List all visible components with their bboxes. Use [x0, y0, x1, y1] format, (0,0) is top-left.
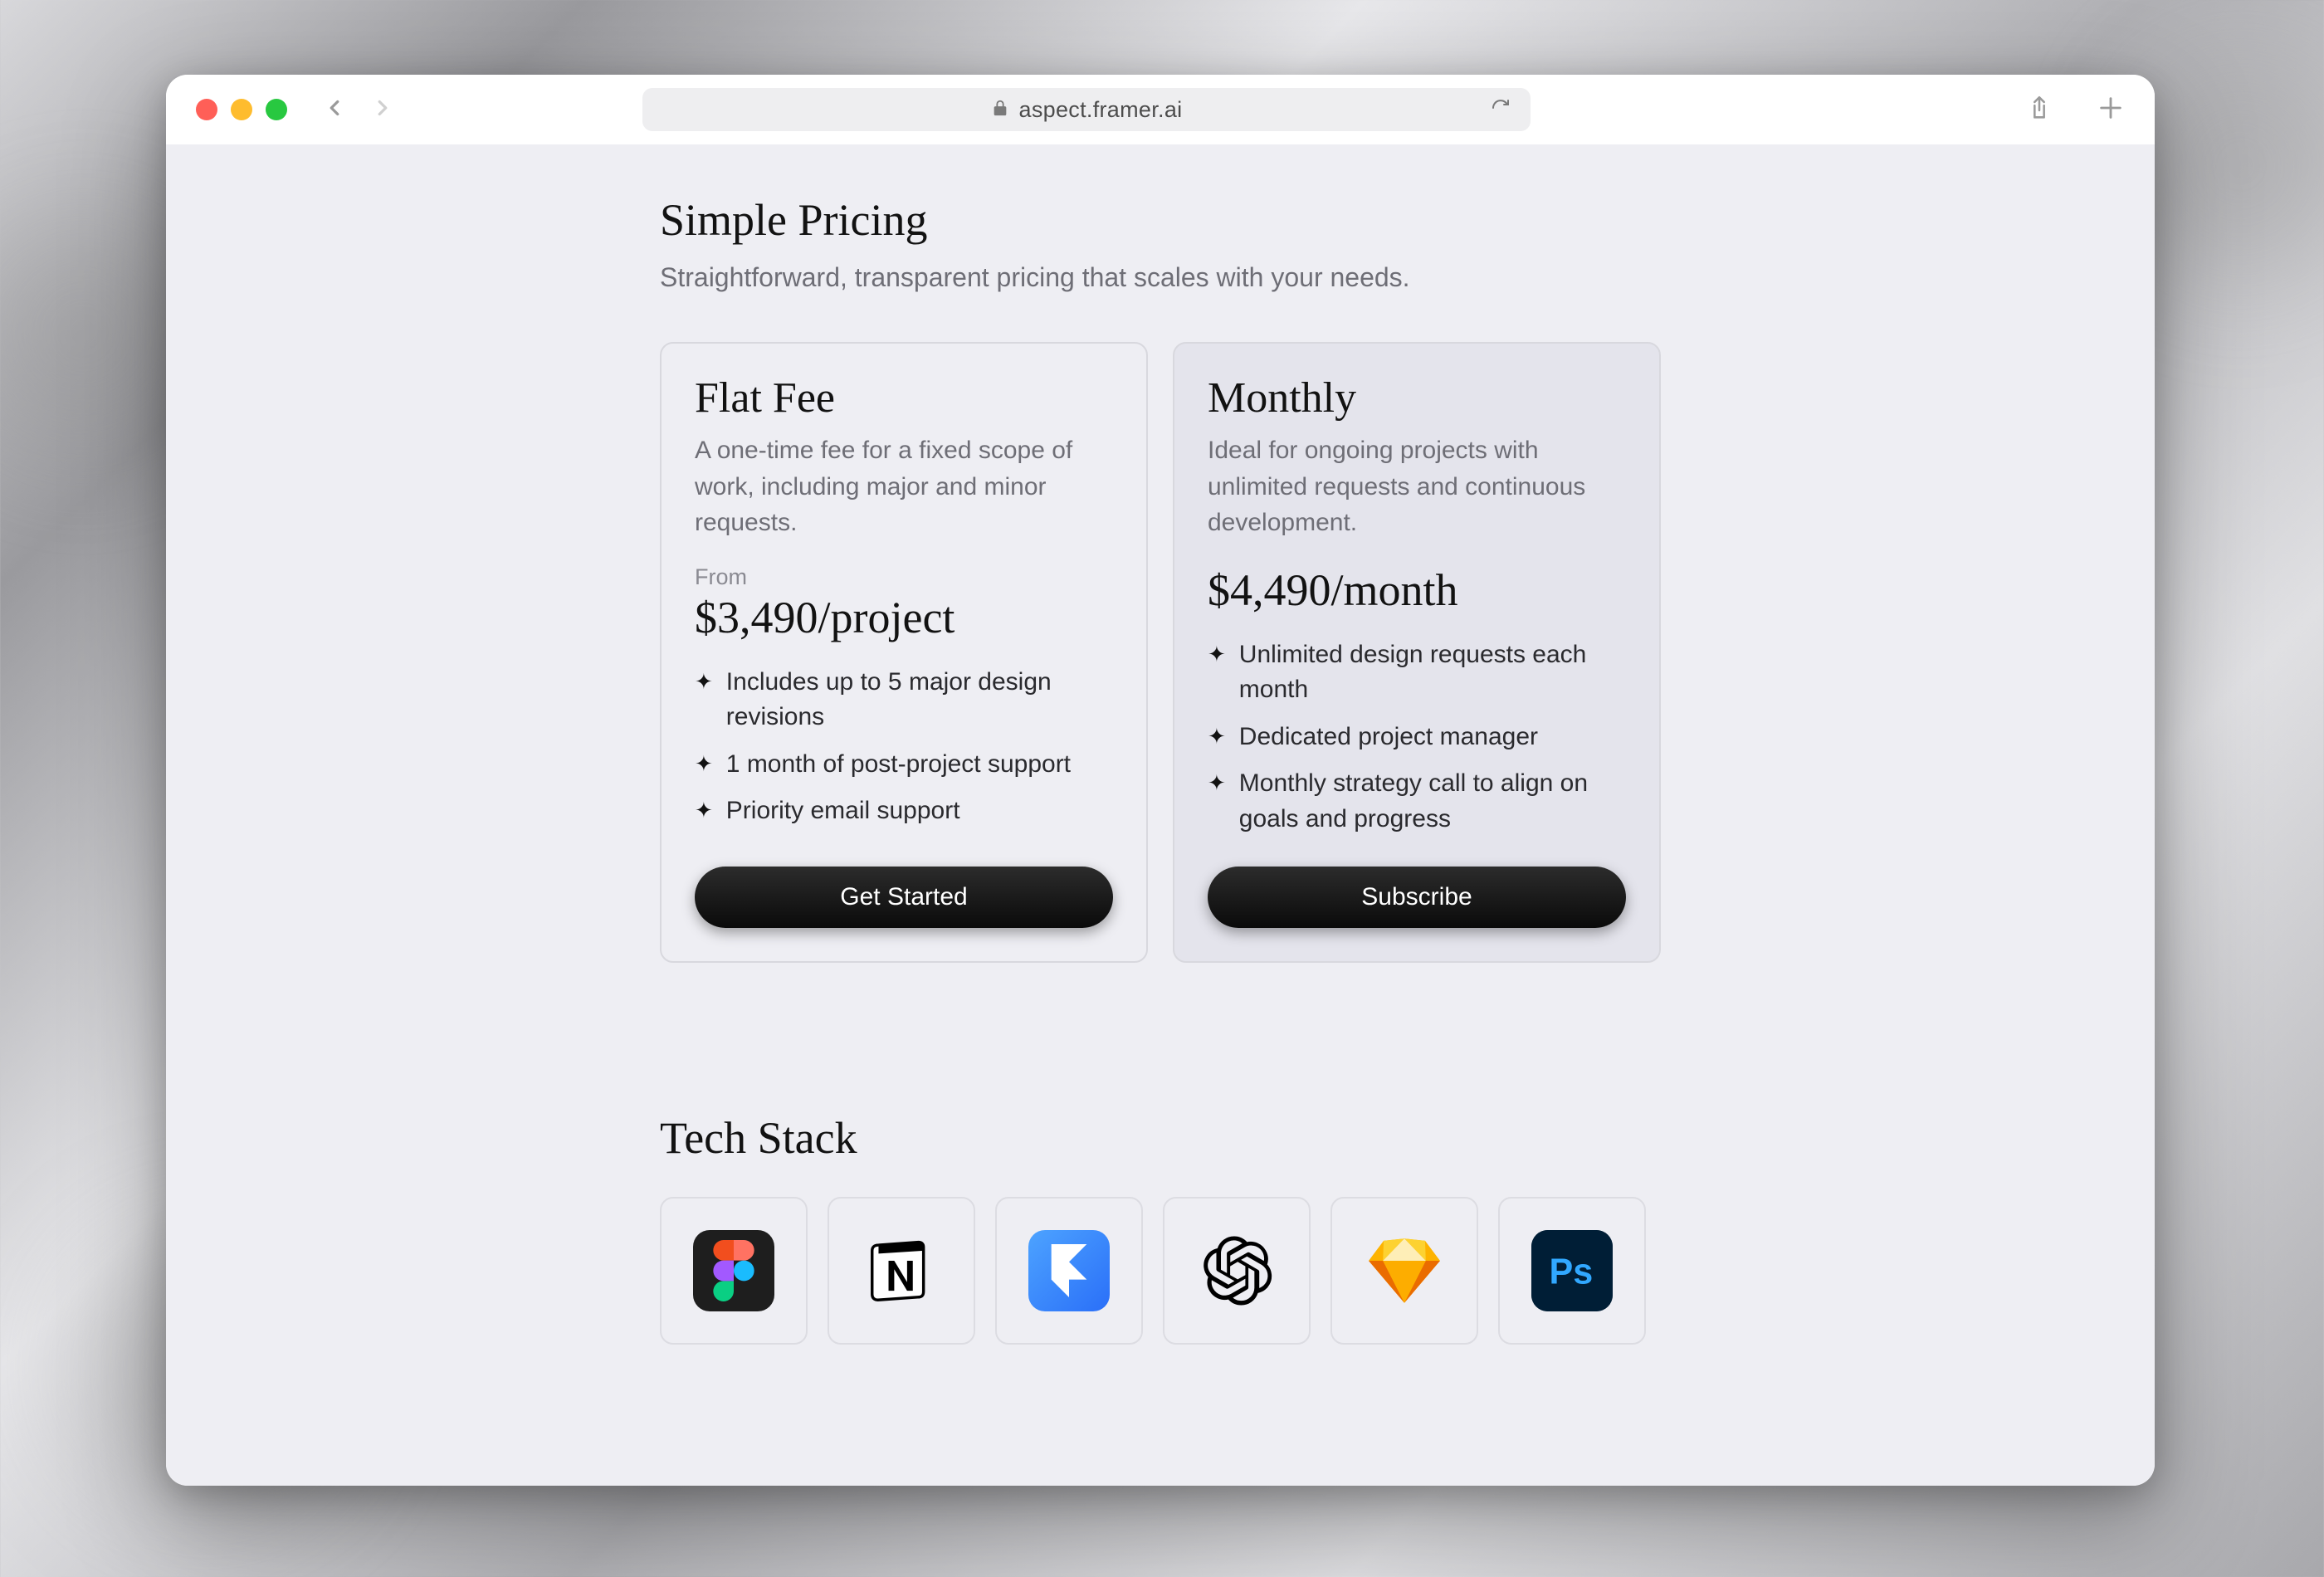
maximize-window-button[interactable] [266, 99, 287, 120]
list-item: ✦Priority email support [695, 793, 1113, 829]
sparkle-icon: ✦ [1208, 720, 1226, 755]
photoshop-icon: Ps [1531, 1230, 1613, 1311]
framer-icon [1028, 1230, 1110, 1311]
notion-icon [861, 1230, 942, 1311]
plan-name: Flat Fee [695, 374, 1113, 422]
subscribe-button[interactable]: Subscribe [1208, 867, 1626, 928]
plan-price: $3,490/project [695, 592, 1113, 643]
tech-tile-framer [995, 1197, 1143, 1345]
tech-tile-sketch [1330, 1197, 1478, 1345]
reload-button[interactable] [1491, 98, 1511, 122]
openai-icon [1196, 1230, 1277, 1311]
sparkle-icon: ✦ [695, 793, 713, 829]
list-item: ✦Unlimited design requests each month [1208, 637, 1626, 708]
tech-tile-figma [660, 1197, 808, 1345]
address-bar[interactable]: aspect.framer.ai [642, 88, 1531, 131]
figma-icon [693, 1230, 774, 1311]
plan-description: Ideal for ongoing projects with unlimite… [1208, 432, 1626, 541]
pricing-card-monthly: Monthly Ideal for ongoing projects with … [1173, 342, 1661, 963]
tech-stack-row: Ps [660, 1197, 1661, 1345]
close-window-button[interactable] [196, 99, 217, 120]
plan-name: Monthly [1208, 374, 1626, 422]
sparkle-icon: ✦ [1208, 766, 1226, 837]
list-item: ✦Dedicated project manager [1208, 720, 1626, 755]
lock-icon [991, 99, 1009, 121]
plan-price: $4,490/month [1208, 564, 1626, 616]
sparkle-icon: ✦ [695, 747, 713, 783]
tech-stack-title: Tech Stack [660, 1112, 1661, 1164]
browser-window: aspect.framer.ai Simple Pricing Straight… [166, 75, 2155, 1486]
price-from-label: From [695, 564, 1113, 590]
share-icon[interactable] [2025, 94, 2053, 126]
pricing-card-flat-fee: Flat Fee A one-time fee for a fixed scop… [660, 342, 1148, 963]
list-item: ✦Monthly strategy call to align on goals… [1208, 766, 1626, 837]
new-tab-icon[interactable] [2097, 94, 2125, 126]
tech-tile-notion [828, 1197, 975, 1345]
plan-description: A one-time fee for a fixed scope of work… [695, 432, 1113, 541]
page-content: Simple Pricing Straightforward, transpar… [166, 144, 2155, 1486]
window-controls [196, 99, 287, 120]
sketch-icon [1364, 1230, 1445, 1311]
list-item: ✦1 month of post-project support [695, 747, 1113, 783]
minimize-window-button[interactable] [231, 99, 252, 120]
back-button[interactable] [322, 95, 347, 124]
url-text: aspect.framer.ai [1019, 97, 1183, 123]
pricing-section-title: Simple Pricing [660, 194, 1661, 246]
nav-arrows [322, 95, 395, 124]
feature-list: ✦Includes up to 5 major design revisions… [695, 665, 1113, 829]
sparkle-icon: ✦ [1208, 637, 1226, 708]
feature-list: ✦Unlimited design requests each month ✦D… [1208, 637, 1626, 837]
svg-text:Ps: Ps [1550, 1252, 1594, 1292]
browser-toolbar: aspect.framer.ai [166, 75, 2155, 144]
toolbar-right [2025, 94, 2125, 126]
pricing-cards: Flat Fee A one-time fee for a fixed scop… [660, 342, 1661, 963]
get-started-button[interactable]: Get Started [695, 867, 1113, 928]
pricing-subtitle: Straightforward, transparent pricing tha… [660, 257, 1661, 297]
forward-button[interactable] [370, 95, 395, 124]
tech-tile-photoshop: Ps [1498, 1197, 1646, 1345]
list-item: ✦Includes up to 5 major design revisions [695, 665, 1113, 735]
tech-tile-openai [1163, 1197, 1311, 1345]
sparkle-icon: ✦ [695, 665, 713, 735]
